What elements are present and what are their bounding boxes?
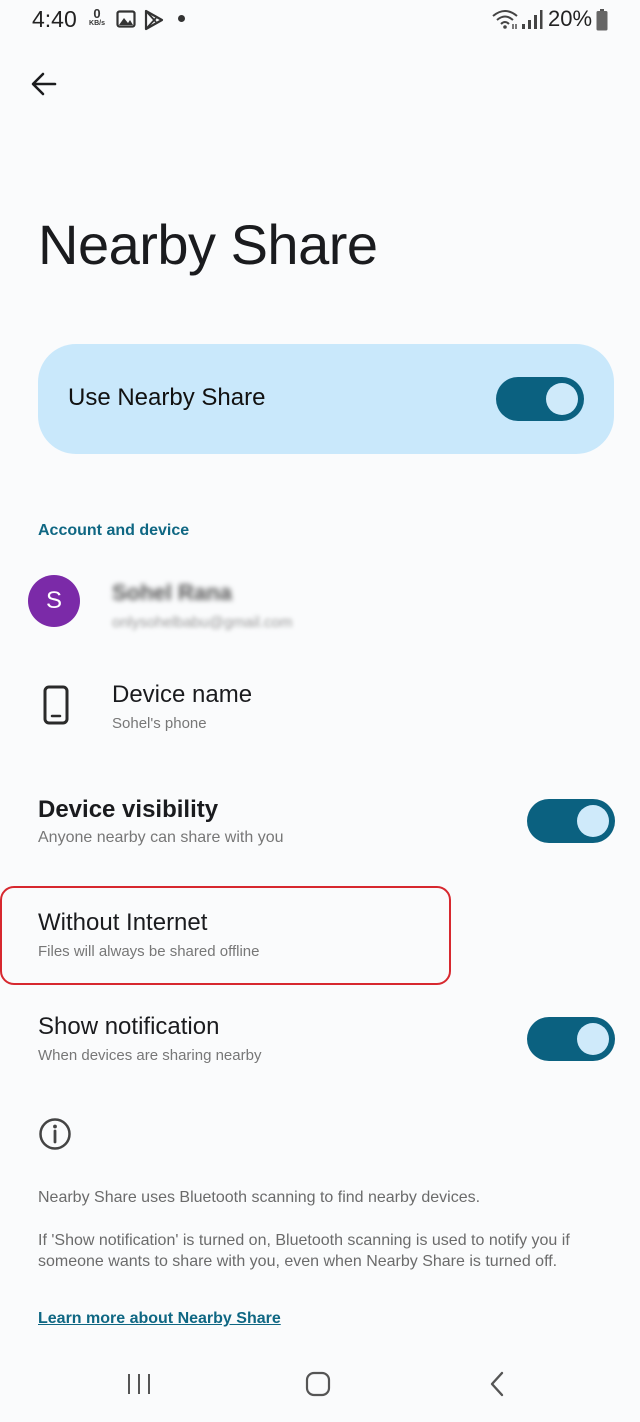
show-notification-title: Show notification — [38, 1013, 220, 1040]
net-speed-unit: KB/s — [89, 20, 105, 27]
wifi-icon — [491, 8, 519, 35]
home-icon — [305, 1371, 331, 1397]
use-nearby-share-switch[interactable] — [496, 377, 584, 421]
net-speed-indicator: 0 KB/s — [84, 7, 110, 33]
without-internet-title: Without Internet — [38, 909, 208, 936]
switch-knob — [546, 383, 578, 415]
device-visibility-switch[interactable] — [527, 799, 615, 843]
show-notification-subtitle: When devices are sharing nearby — [38, 1047, 262, 1064]
battery-percent: 20% — [548, 6, 593, 31]
back-nav-button[interactable] — [474, 1366, 522, 1402]
signal-icon — [521, 10, 543, 35]
account-name: Sohel Rana — [112, 580, 232, 605]
device-name-title: Device name — [112, 681, 253, 708]
use-nearby-share-card[interactable]: Use Nearby Share — [38, 344, 614, 454]
status-time: 4:40 — [32, 6, 77, 32]
gallery-icon — [116, 9, 136, 34]
home-button[interactable] — [294, 1366, 342, 1402]
navigation-bar — [0, 1352, 640, 1422]
section-header-account-device: Account and device — [38, 522, 190, 539]
account-email: onlysohelbabu@gmail.com — [112, 614, 293, 631]
net-speed-value: 0 — [93, 6, 101, 21]
info-paragraph-bluetooth: Nearby Share uses Bluetooth scanning to … — [38, 1189, 481, 1206]
page-title: Nearby Share — [38, 213, 378, 276]
info-icon — [38, 1117, 72, 1156]
recent-apps-button[interactable] — [115, 1366, 163, 1402]
recent-apps-icon — [128, 1374, 150, 1394]
device-name-value: Sohel's phone — [112, 715, 207, 732]
device-visibility-subtitle: Anyone nearby can share with you — [38, 829, 284, 846]
battery-icon — [596, 9, 608, 36]
arrow-left-icon — [31, 72, 57, 96]
device-visibility-title: Device visibility — [38, 796, 219, 823]
switch-knob — [577, 1023, 609, 1055]
phone-icon — [40, 685, 72, 730]
switch-knob — [577, 805, 609, 837]
back-nav-icon — [490, 1371, 504, 1397]
without-internet-subtitle: Files will always be shared offline — [38, 943, 260, 960]
use-nearby-share-label: Use Nearby Share — [68, 384, 266, 411]
notification-dot — [178, 15, 185, 22]
screen: 4:40 0 KB/s 20% Nearby Share Use Nearby … — [0, 0, 640, 1422]
info-paragraph-notification: If 'Show notification' is turned on, Blu… — [38, 1232, 570, 1270]
learn-more-link[interactable]: Learn more about Nearby Share — [38, 1310, 281, 1328]
avatar: S — [28, 575, 80, 627]
back-button[interactable] — [22, 62, 66, 106]
status-bar: 4:40 0 KB/s 20% — [0, 0, 640, 40]
show-notification-switch[interactable] — [527, 1017, 615, 1061]
play-store-icon — [143, 9, 165, 36]
